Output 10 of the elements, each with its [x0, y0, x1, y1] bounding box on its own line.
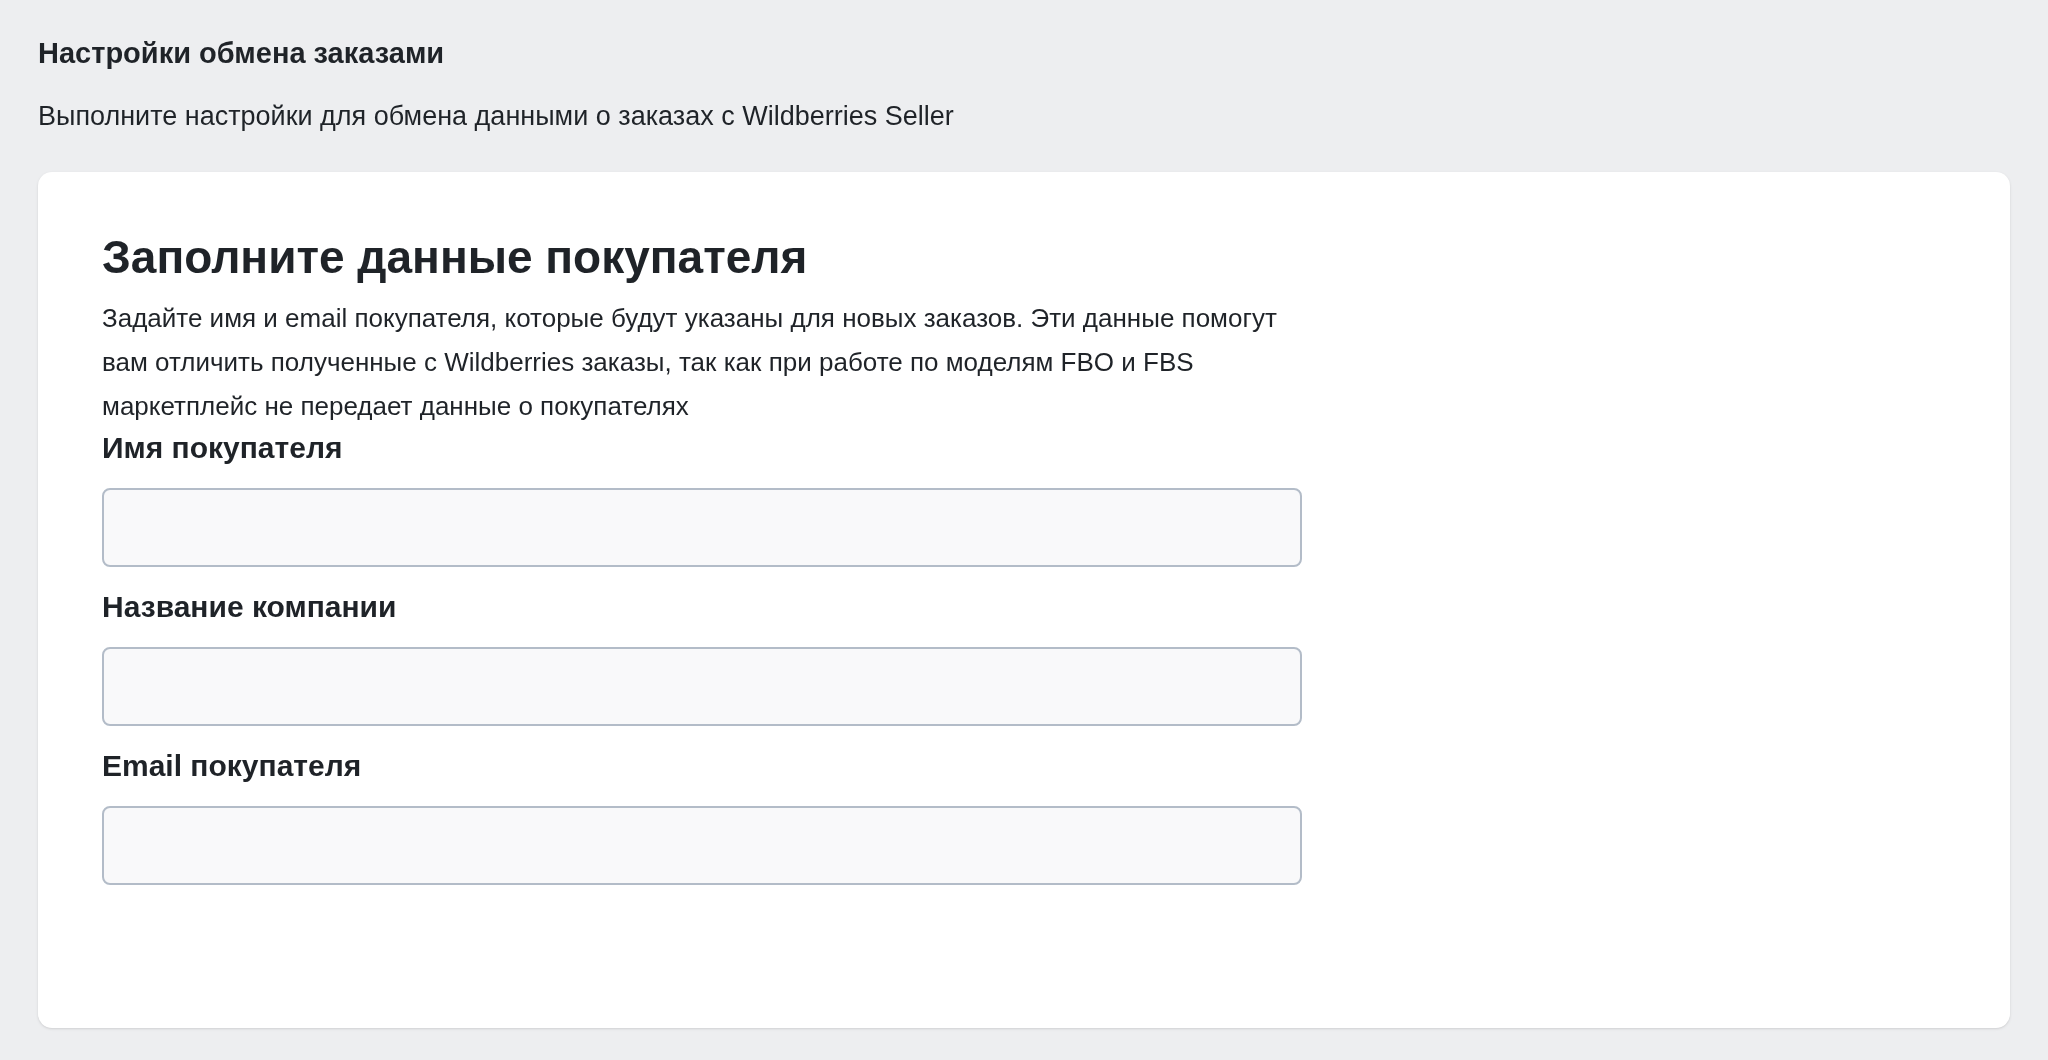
field-label: Email покупателя [102, 748, 363, 784]
field-label: Название компании [102, 589, 398, 625]
field-label: Имя покупателя [102, 430, 344, 466]
input-field[interactable] [102, 806, 1302, 885]
card-title: Заполните данные покупателя [102, 230, 809, 285]
page-title: Настройки обмена заказами [38, 36, 446, 71]
input-field[interactable] [102, 647, 1302, 726]
page-subtitle: Выполните настройки для обмена данными о заказах с Wildberries Seller [38, 100, 955, 133]
card-description: Задайте имя и email покупателя, которые будут указаны для новых заказов. Эти данные помогут вам отличить полученные с Wildberries заказы, так как при работе по моделям FBO и FBS маркетплейс не передает данные о покупателях [102, 302, 1278, 423]
input-field[interactable] [102, 488, 1302, 567]
